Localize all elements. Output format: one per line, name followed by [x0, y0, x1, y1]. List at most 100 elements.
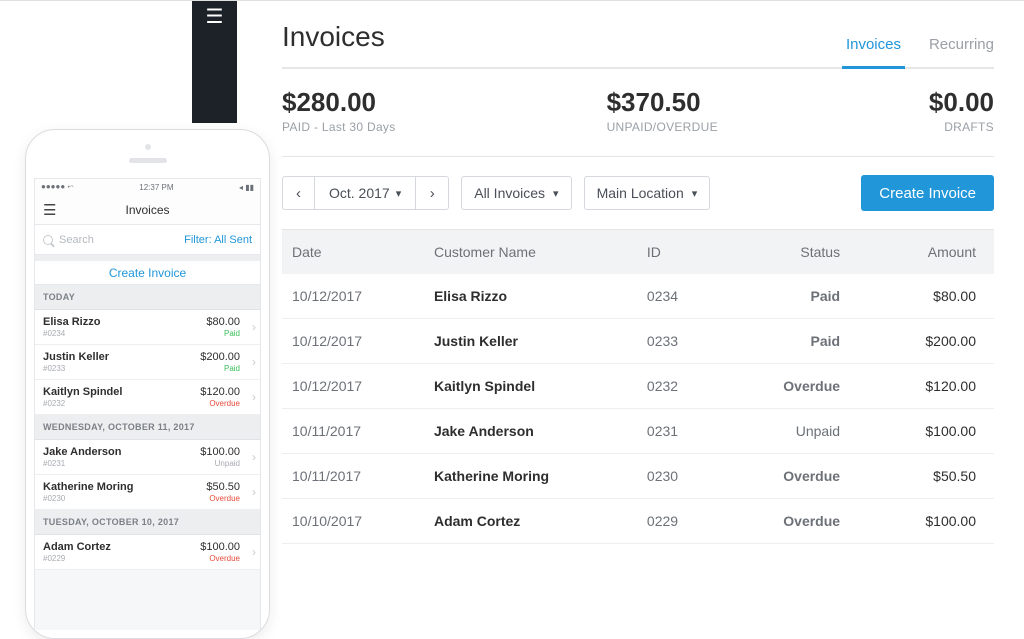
- table-row[interactable]: 10/10/2017Adam Cortez0229Overdue$100.00: [282, 499, 994, 544]
- filter-link[interactable]: Filter: All Sent: [184, 234, 252, 246]
- scope-select[interactable]: All Invoices ▾: [461, 176, 571, 210]
- summary-drafts-amount: $0.00: [929, 87, 994, 118]
- cell-id: 0232: [637, 364, 718, 409]
- list-item[interactable]: Adam Cortez#0229 $100.00Overdue ›: [35, 535, 260, 570]
- item-name: Adam Cortez: [43, 541, 111, 553]
- list-item[interactable]: Jake Anderson#0231$100.00Unpaid›: [35, 440, 260, 475]
- col-customer[interactable]: Customer Name: [424, 230, 637, 274]
- list-item[interactable]: Elisa Rizzo#0234$80.00Paid›: [35, 310, 260, 345]
- search-placeholder: Search: [59, 234, 94, 246]
- phone-invoice-list: TODAYElisa Rizzo#0234$80.00Paid› Justin K…: [35, 285, 260, 570]
- item-id: #0231: [43, 459, 121, 468]
- phone-create-invoice-button[interactable]: Create Invoice: [35, 255, 260, 285]
- summary-paid-amount: $280.00: [282, 87, 396, 118]
- cell-date: 10/12/2017: [282, 319, 424, 364]
- table-row[interactable]: 10/12/2017Kaitlyn Spindel0232Overdue$120…: [282, 364, 994, 409]
- cell-amount: $50.50: [870, 454, 994, 499]
- chevron-right-icon: ›: [252, 355, 256, 369]
- summary-drafts-label: DRAFTS: [929, 120, 994, 134]
- chevron-right-icon: ›: [252, 545, 256, 559]
- cell-id: 0229: [637, 499, 718, 544]
- summary-row: $280.00 PAID - Last 30 Days $370.50 UNPA…: [282, 69, 994, 157]
- chevron-down-icon: ▾: [396, 187, 402, 200]
- item-id: #0233: [43, 364, 109, 373]
- hamburger-icon[interactable]: ☰: [43, 201, 56, 219]
- date-prev-button[interactable]: ‹: [283, 177, 315, 209]
- cell-date: 10/12/2017: [282, 274, 424, 319]
- table-row[interactable]: 10/11/2017Katherine Moring0230Overdue$50…: [282, 454, 994, 499]
- col-amount[interactable]: Amount: [870, 230, 994, 274]
- table-row[interactable]: 10/12/2017Elisa Rizzo0234Paid$80.00: [282, 274, 994, 319]
- chevron-right-icon: ›: [252, 390, 256, 404]
- cell-date: 10/11/2017: [282, 409, 424, 454]
- item-name: Justin Keller: [43, 351, 109, 363]
- cell-amount: $200.00: [870, 319, 994, 364]
- clock: 12:37 PM: [139, 183, 173, 192]
- location-select[interactable]: Main Location ▾: [584, 176, 711, 210]
- table-row[interactable]: 10/12/2017Justin Keller0233Paid$200.00: [282, 319, 994, 364]
- cell-amount: $100.00: [870, 409, 994, 454]
- col-status[interactable]: Status: [718, 230, 871, 274]
- cell-amount: $120.00: [870, 364, 994, 409]
- desktop-header: Invoices Invoices Recurring: [282, 1, 994, 69]
- filters-row: ‹ Oct. 2017 ▾ › All Invoices ▾ Main Loca…: [282, 157, 994, 230]
- create-invoice-button[interactable]: Create Invoice: [861, 175, 994, 211]
- page-title: Invoices: [282, 21, 385, 67]
- tab-invoices[interactable]: Invoices: [846, 36, 901, 67]
- item-name: Jake Anderson: [43, 446, 121, 458]
- item-status: Overdue: [209, 554, 240, 563]
- item-id: #0230: [43, 494, 133, 503]
- cell-id: 0234: [637, 274, 718, 319]
- table-header-row: Date Customer Name ID Status Amount: [282, 230, 994, 274]
- phone-title: Invoices: [125, 203, 169, 217]
- date-next-button[interactable]: ›: [416, 177, 448, 209]
- col-id[interactable]: ID: [637, 230, 718, 274]
- cell-status: Overdue: [718, 454, 871, 499]
- cell-customer: Adam Cortez: [424, 499, 637, 544]
- item-name: Elisa Rizzo: [43, 316, 100, 328]
- list-item[interactable]: Justin Keller#0233$200.00Paid›: [35, 345, 260, 380]
- hamburger-icon[interactable]: ☰: [206, 7, 224, 27]
- chevron-down-icon: ▾: [553, 187, 559, 200]
- list-item[interactable]: Kaitlyn Spindel#0232$120.00Overdue›: [35, 380, 260, 415]
- date-pager: ‹ Oct. 2017 ▾ ›: [282, 176, 449, 210]
- date-select[interactable]: Oct. 2017 ▾: [315, 177, 416, 209]
- summary-unpaid: $370.50 UNPAID/OVERDUE: [607, 87, 718, 134]
- cell-status: Overdue: [718, 499, 871, 544]
- cell-customer: Justin Keller: [424, 319, 637, 364]
- col-date[interactable]: Date: [282, 230, 424, 274]
- table-row[interactable]: 10/11/2017Jake Anderson0231Unpaid$100.00: [282, 409, 994, 454]
- phone-bezel-top: [26, 130, 269, 178]
- desktop-panel: Invoices Invoices Recurring $280.00 PAID…: [282, 1, 994, 613]
- cell-id: 0233: [637, 319, 718, 364]
- item-id: #0232: [43, 399, 122, 408]
- side-strip: ☰: [192, 1, 237, 123]
- cell-id: 0231: [637, 409, 718, 454]
- cell-id: 0230: [637, 454, 718, 499]
- tab-recurring[interactable]: Recurring: [929, 36, 994, 67]
- summary-paid-label: PAID - Last 30 Days: [282, 120, 396, 134]
- cell-date: 10/10/2017: [282, 499, 424, 544]
- phone-status-bar: ●●●●● ⬿ 12:37 PM ◂ ▮▮: [35, 179, 260, 195]
- item-amount: $50.50: [206, 481, 240, 493]
- phone-section-header: TODAY: [35, 285, 260, 310]
- chevron-right-icon: ›: [252, 485, 256, 499]
- search-icon: [43, 235, 53, 245]
- invoice-table: Date Customer Name ID Status Amount 10/1…: [282, 230, 994, 544]
- phone-search-row: Search Filter: All Sent: [35, 225, 260, 255]
- search-input[interactable]: Search: [43, 234, 94, 246]
- cell-date: 10/11/2017: [282, 454, 424, 499]
- item-id: #0229: [43, 554, 111, 563]
- item-amount: $200.00: [200, 351, 240, 363]
- item-status: Overdue: [209, 399, 240, 408]
- phone-section-header: WEDNESDAY, OCTOBER 11, 2017: [35, 415, 260, 440]
- view-tabs: Invoices Recurring: [846, 36, 994, 67]
- chevron-right-icon: ›: [252, 320, 256, 334]
- summary-drafts: $0.00 DRAFTS: [929, 87, 994, 134]
- cell-status: Overdue: [718, 364, 871, 409]
- list-item[interactable]: Katherine Moring#0230$50.50Overdue›: [35, 475, 260, 510]
- location-select-label: Main Location: [597, 185, 684, 201]
- phone-screen: ●●●●● ⬿ 12:37 PM ◂ ▮▮ ☰ Invoices Search …: [34, 178, 261, 630]
- item-amount: $100.00: [200, 541, 240, 553]
- summary-unpaid-amount: $370.50: [607, 87, 718, 118]
